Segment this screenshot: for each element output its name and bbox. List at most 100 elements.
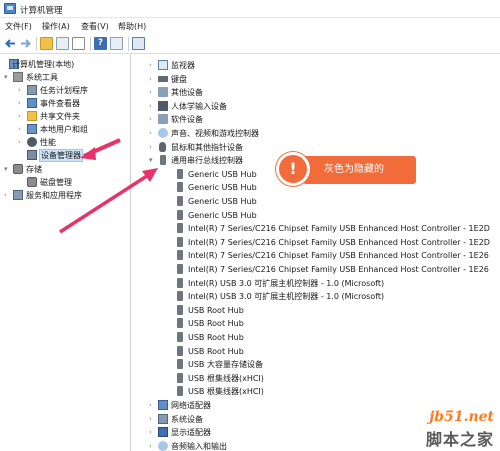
chevron-right-icon[interactable]: › (149, 142, 157, 152)
help-icon[interactable]: ? (94, 37, 107, 50)
tree-item-services-applications[interactable]: › 服务和应用程序 (4, 189, 130, 202)
usb-icon (160, 155, 166, 166)
chevron-right-icon[interactable]: › (18, 111, 26, 121)
menu-action[interactable]: 操作(A) (42, 21, 70, 32)
chevron-right-icon[interactable]: › (4, 190, 12, 200)
device-label: Generic USB Hub (188, 183, 257, 193)
tree-item-event-viewer[interactable]: › 事件查看器 (18, 97, 130, 110)
window-title: 计算机管理 (20, 6, 63, 16)
tree-item-task-scheduler[interactable]: › 任务计划程序 (18, 84, 130, 97)
chevron-down-icon[interactable]: ▾ (4, 72, 12, 82)
chevron-right-icon[interactable]: › (18, 124, 26, 134)
device-label: Intel(R) 7 Series/C216 Chipset Family US… (188, 224, 490, 234)
watermark-url: jb51.net (429, 409, 494, 425)
chevron-right-icon[interactable]: › (18, 137, 26, 147)
back-arrow-icon[interactable] (4, 37, 17, 50)
menu-file[interactable]: 文件(F) (5, 21, 32, 32)
device-category[interactable]: › 软件设备 (149, 113, 498, 126)
device-label: 软件设备 (171, 115, 203, 125)
forward-arrow-icon[interactable] (19, 37, 32, 50)
hidden-devices-callout: ! 灰色为隐藏的 (276, 150, 422, 190)
device-item[interactable]: Intel(R) 7 Series/C216 Chipset Family US… (166, 236, 498, 249)
device-item[interactable]: USB Root Hub (166, 331, 498, 344)
menu-help[interactable]: 帮助(H) (118, 21, 146, 32)
tree-item-device-manager[interactable]: 设备管理器 (18, 149, 130, 162)
device-label: Intel(R) 7 Series/C216 Chipset Family US… (188, 265, 489, 274)
tree-item-system-tools[interactable]: ▾ 系统工具 (4, 71, 130, 84)
tree-item-disk-management[interactable]: 磁盘管理 (18, 176, 130, 189)
device-label: Intel(R) 7 Series/C216 Chipset Family US… (188, 237, 490, 247)
tree-root-computer-management[interactable]: 计算机管理(本地) (0, 58, 130, 71)
device-category[interactable]: › 声音、视频和游戏控制器 (149, 127, 498, 140)
storage-icon (13, 164, 23, 174)
chevron-right-icon[interactable]: › (149, 101, 157, 111)
chevron-down-icon[interactable]: ▾ (4, 164, 12, 174)
usb-device-icon (177, 250, 183, 261)
monitor-scan-icon[interactable] (132, 37, 145, 50)
device-category[interactable]: › 其他设备 (149, 86, 498, 99)
device-item[interactable]: Intel(R) 7 Series/C216 Chipset Family US… (166, 249, 498, 262)
tree-item-performance[interactable]: › 性能 (18, 136, 130, 149)
navigation-tree: 计算机管理(本地) ▾ 系统工具 › 任务计划程序 › 事件查看器 › 共享文件… (0, 55, 131, 451)
device-label: USB Root Hub (188, 333, 244, 342)
device-item[interactable]: Intel(R) USB 3.0 可扩展主机控制器 - 1.0 (Microso… (166, 290, 498, 303)
device-item[interactable]: USB Root Hub (166, 304, 498, 317)
chevron-down-icon[interactable]: ▾ (149, 155, 157, 165)
menu-view[interactable]: 查看(V) (81, 21, 109, 32)
chevron-right-icon[interactable]: › (149, 414, 157, 424)
device-item[interactable]: USB 大容量存储设备 (166, 358, 498, 371)
tree-item-local-users-groups[interactable]: › 本地用户和组 (18, 123, 130, 136)
device-item[interactable]: Intel(R) 7 Series/C216 Chipset Family US… (166, 222, 498, 235)
up-folder-icon[interactable] (40, 37, 53, 50)
device-item[interactable]: Generic USB Hub (166, 209, 498, 222)
chevron-right-icon[interactable]: › (18, 98, 26, 108)
chevron-right-icon[interactable]: › (149, 427, 157, 437)
device-label: 监视器 (171, 61, 195, 70)
chevron-right-icon[interactable]: › (149, 87, 157, 97)
device-label: USB 大容量存储设备 (188, 360, 263, 370)
device-label: Generic USB Hub (188, 169, 257, 179)
tree-item-shared-folders[interactable]: › 共享文件夹 (18, 110, 130, 123)
usb-device-icon (177, 264, 183, 274)
chevron-right-icon[interactable]: › (149, 74, 157, 84)
tree-item-storage[interactable]: ▾ 存储 (4, 163, 130, 176)
chevron-right-icon[interactable]: › (149, 60, 157, 70)
device-item[interactable]: USB Root Hub (166, 345, 498, 358)
chevron-right-icon[interactable]: › (18, 85, 26, 95)
show-hide-tree-icon[interactable] (56, 37, 69, 50)
chevron-right-icon[interactable]: › (149, 128, 157, 138)
event-viewer-icon (27, 98, 37, 108)
device-item[interactable]: Generic USB Hub (166, 195, 498, 208)
device-item[interactable]: Intel(R) 7 Series/C216 Chipset Family US… (166, 263, 498, 276)
properties-icon[interactable] (72, 37, 85, 50)
clock-icon (27, 85, 37, 95)
chevron-right-icon[interactable]: › (149, 441, 157, 451)
device-item[interactable]: USB 根集线器(xHCI) (166, 385, 498, 398)
keyboard-icon (158, 75, 168, 82)
usb-device-icon (177, 168, 183, 179)
action-pane-icon[interactable] (110, 37, 123, 50)
chevron-right-icon[interactable]: › (149, 400, 157, 410)
device-label: 显示适配器 (171, 428, 211, 438)
device-item[interactable]: USB 根集线器(xHCI) (166, 372, 498, 385)
device-category[interactable]: › 监视器 (149, 59, 498, 72)
device-label: 其他设备 (171, 88, 203, 98)
device-item[interactable]: Intel(R) USB 3.0 可扩展主机控制器 - 1.0 (Microso… (166, 277, 498, 290)
toolbar: ? (0, 34, 500, 54)
audio-io-icon (158, 440, 168, 451)
chevron-right-icon[interactable]: › (149, 114, 157, 124)
watermark-name: 脚本之家 (425, 430, 494, 449)
usb-device-icon (177, 182, 183, 193)
device-category[interactable]: › 人体学输入设备 (149, 100, 498, 113)
device-item[interactable]: USB Root Hub (166, 317, 498, 330)
device-label: 系统设备 (171, 414, 203, 424)
device-category[interactable]: › 键盘 (149, 73, 498, 86)
